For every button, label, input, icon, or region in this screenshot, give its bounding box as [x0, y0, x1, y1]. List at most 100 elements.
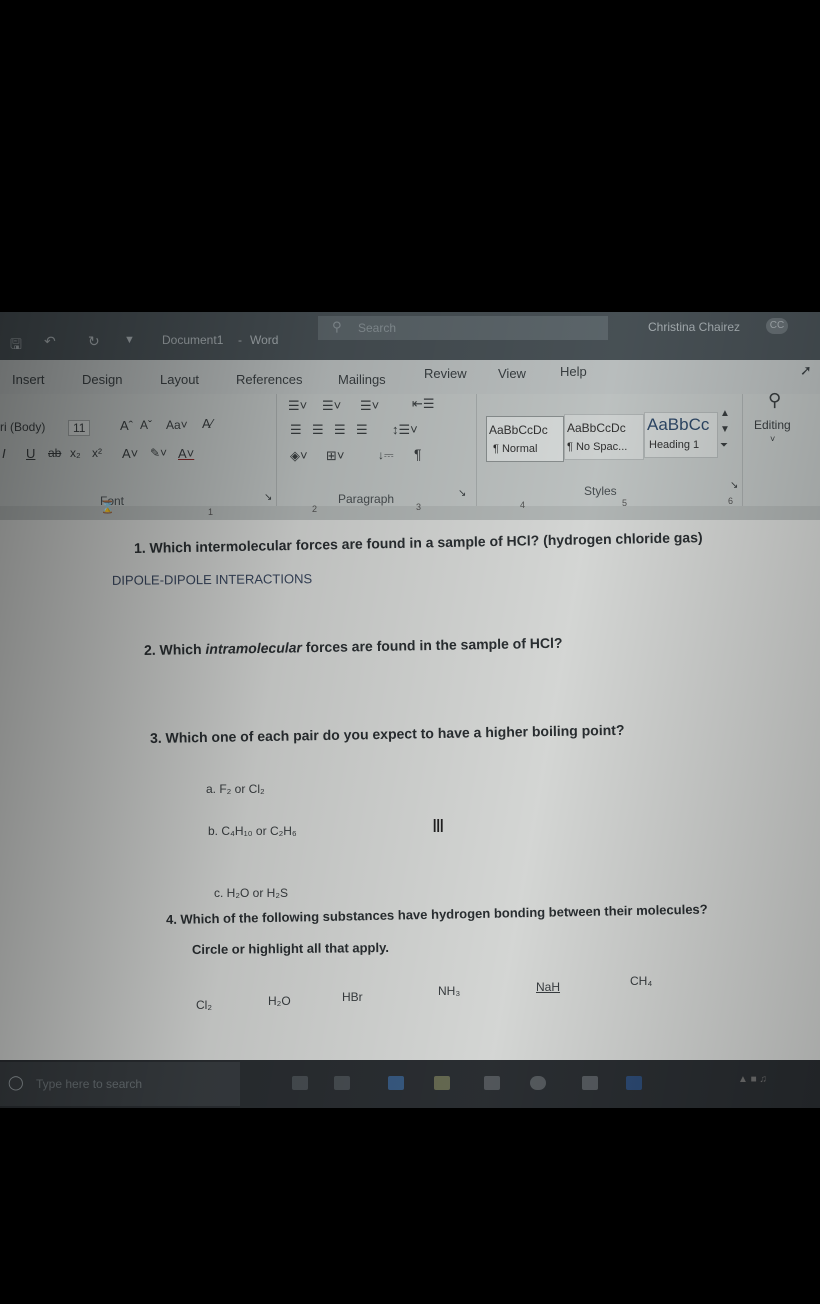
text-cursor-icon: Ⅲ — [432, 816, 445, 836]
strikethrough-button[interactable]: ab — [48, 446, 61, 460]
tab-mailings[interactable]: Mailings — [338, 372, 386, 387]
find-icon[interactable]: ⚲ — [768, 390, 781, 411]
document-name: Document1 — [162, 333, 224, 347]
styles-scroll-up-icon[interactable]: ▲ — [720, 408, 730, 420]
show-formatting-button[interactable]: ¶ — [414, 446, 422, 462]
taskbar-search-placeholder: Type here to search — [36, 1077, 143, 1091]
document-page[interactable]: 1. Which intermolecular forces are found… — [0, 520, 820, 1060]
question-2-emphasis: intramolecular — [205, 639, 303, 657]
italic-button[interactable]: I — [2, 446, 6, 461]
change-case-button[interactable]: Aa˅ — [166, 418, 188, 432]
tab-design[interactable]: Design — [82, 372, 122, 387]
justify-button[interactable]: ☰ — [356, 422, 368, 438]
paragraph-dialog-launcher-icon[interactable]: ↘ — [458, 488, 466, 499]
question-2-prefix: 2. Which — [143, 640, 206, 658]
highlight-button[interactable]: ✎˅ — [150, 446, 167, 460]
style-name: Heading 1 — [649, 439, 700, 451]
question-3b: b. C₄H₁₀ or C₂H₆ — [208, 824, 297, 838]
style-name: ¶ No Spac... — [567, 441, 628, 453]
word-app-icon[interactable] — [626, 1076, 642, 1090]
tab-insert[interactable]: Insert — [12, 372, 45, 387]
search-input[interactable]: ⚲ Search — [318, 316, 608, 340]
ruler-tick: 1 — [208, 507, 214, 517]
question-2-suffix: forces are found in the sample of HCl? — [301, 634, 563, 656]
clear-formatting-button[interactable]: A∕ — [202, 416, 213, 431]
decrease-indent-button[interactable]: ⇤☰ — [412, 396, 435, 412]
search-placeholder: Search — [358, 321, 397, 335]
styles-scroll-down-icon[interactable]: ▼ — [720, 424, 730, 436]
search-icon: ⚲ — [332, 319, 342, 334]
align-center-button[interactable]: ☰ — [312, 422, 324, 438]
edge-browser-icon[interactable] — [388, 1076, 404, 1090]
bullets-button[interactable]: ☰˅ — [288, 398, 307, 414]
redo-icon[interactable]: ↻ — [88, 333, 100, 350]
font-color-button[interactable]: A˅ — [178, 446, 194, 461]
ruler-tick: 5 — [622, 498, 628, 508]
system-tray-icon[interactable]: ▲ ■ ♫ — [738, 1074, 767, 1085]
align-left-button[interactable]: ☰ — [290, 422, 302, 438]
sort-button[interactable]: ↓⎓ — [378, 448, 394, 463]
microphone-icon[interactable] — [292, 1076, 308, 1090]
chrome-icon[interactable] — [530, 1076, 546, 1090]
tab-references[interactable]: References — [236, 372, 302, 387]
shrink-font-button[interactable]: Aˇ — [140, 418, 152, 432]
indent-marker-icon[interactable]: ⌛ — [100, 500, 115, 514]
tab-view[interactable]: View — [498, 366, 526, 381]
substance-option: NH₃ — [438, 984, 461, 998]
subscript-button[interactable]: x₂ — [70, 446, 81, 460]
search-icon: ◯ — [8, 1074, 24, 1090]
style-preview: AaBbCcDc — [489, 423, 548, 437]
question-2: 2. Which intramolecular forces are found… — [144, 635, 563, 658]
font-name-box[interactable]: ri (Body) — [0, 420, 45, 434]
styles-dialog-launcher-icon[interactable]: ↘ — [730, 480, 738, 491]
customize-quick-access-icon[interactable]: ▼ — [124, 334, 135, 346]
style-normal[interactable]: AaBbCcDc ¶ Normal — [486, 416, 564, 462]
line-spacing-button[interactable]: ↕☰˅ — [392, 422, 418, 438]
grow-font-button[interactable]: Aˆ — [120, 418, 133, 433]
tab-review[interactable]: Review — [424, 366, 467, 381]
style-no-spacing[interactable]: AaBbCcDc ¶ No Spac... — [564, 414, 644, 460]
share-icon[interactable]: ➚ — [800, 362, 812, 379]
task-view-icon[interactable] — [334, 1076, 350, 1090]
question-3c: c. H₂O or H₂S — [214, 886, 288, 900]
ruler-tick: 3 — [416, 502, 422, 512]
chevron-down-icon[interactable]: ˅ — [770, 434, 775, 444]
horizontal-ruler[interactable]: ⌛ 1 2 3 4 5 6 — [0, 496, 820, 520]
user-name[interactable]: Christina Chairez — [648, 320, 740, 334]
save-icon[interactable]: 🖫 — [10, 334, 22, 358]
taskbar-search-input[interactable]: ◯ Type here to search — [0, 1062, 240, 1106]
mail-icon[interactable] — [582, 1076, 598, 1090]
styles-more-icon[interactable]: ⏷ — [720, 440, 728, 452]
tab-layout[interactable]: Layout — [160, 372, 199, 387]
taskbar: ◯ Type here to search ▲ ■ ♫ — [0, 1060, 820, 1108]
store-icon[interactable] — [484, 1076, 500, 1090]
word-window: 🖫 ↶ ↻ ▼ Document1 - Word ⚲ Search Christ… — [0, 312, 820, 1108]
file-explorer-icon[interactable] — [434, 1076, 450, 1090]
shading-button[interactable]: ◈˅ — [290, 448, 308, 464]
style-heading-1[interactable]: AaBbCc Heading 1 — [644, 412, 718, 458]
substance-option: NaH — [536, 980, 561, 994]
title-bar: 🖫 ↶ ↻ ▼ Document1 - Word ⚲ Search Christ… — [0, 312, 820, 360]
borders-button[interactable]: ⊞˅ — [326, 448, 344, 464]
avatar[interactable]: CC — [766, 318, 788, 334]
ribbon-divider — [276, 394, 277, 506]
font-dialog-launcher-icon[interactable]: ↘ — [264, 492, 272, 503]
paragraph-group-label: Paragraph — [338, 492, 395, 506]
ribbon: ri (Body) 11 Aˆ Aˇ Aa˅ A∕ I U ab x₂ x² A… — [0, 390, 820, 508]
ruler-tick: 4 — [520, 500, 526, 510]
substance-option: CH₄ — [630, 974, 653, 988]
multilevel-list-button[interactable]: ☰˅ — [360, 398, 379, 414]
font-size-box[interactable]: 11 — [68, 420, 91, 436]
text-effects-button[interactable]: A˅ — [122, 446, 138, 461]
align-right-button[interactable]: ☰ — [334, 422, 346, 438]
underline-button[interactable]: U — [26, 446, 35, 461]
tab-help[interactable]: Help — [560, 364, 587, 379]
style-name: ¶ Normal — [493, 443, 538, 455]
style-preview: AaBbCc — [647, 415, 710, 434]
undo-icon[interactable]: ↶ — [44, 333, 56, 350]
ruler-tick: 6 — [728, 496, 734, 506]
question-3: 3. Which one of each pair do you expect … — [149, 721, 625, 746]
editing-button[interactable]: Editing — [754, 418, 791, 432]
superscript-button[interactable]: x² — [92, 446, 102, 460]
numbering-button[interactable]: ☰˅ — [322, 398, 341, 414]
